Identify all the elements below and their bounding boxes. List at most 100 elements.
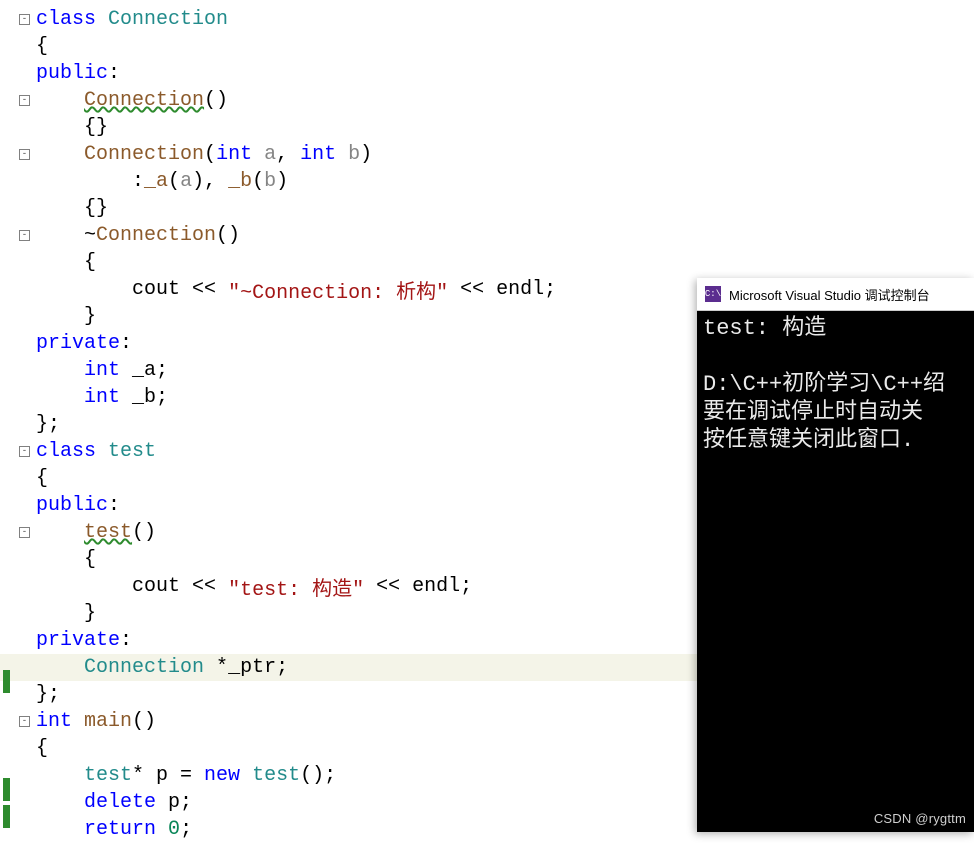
- code-text[interactable]: {}: [34, 116, 108, 139]
- token: int: [84, 386, 120, 409]
- code-text[interactable]: class Connection: [34, 8, 228, 31]
- code-text[interactable]: public:: [34, 62, 120, 85]
- token: {: [36, 737, 48, 760]
- code-text[interactable]: class test: [34, 440, 156, 463]
- token: ~: [36, 224, 96, 247]
- code-text[interactable]: {}: [34, 197, 108, 220]
- token: cout: [36, 278, 192, 301]
- code-text[interactable]: return 0;: [34, 818, 192, 841]
- code-text[interactable]: {: [34, 251, 96, 274]
- token: test: [84, 764, 132, 787]
- token: Connection: [96, 224, 216, 247]
- token: {}: [36, 197, 108, 220]
- token: };: [36, 683, 60, 706]
- watermark: CSDN @rygttm: [874, 811, 966, 826]
- code-text[interactable]: private:: [34, 332, 132, 355]
- token: int: [36, 710, 72, 733]
- token: [36, 89, 84, 112]
- console-output[interactable]: test: 构造 D:\C++初阶学习\C++绍 要在调试停止时自动关 按任意键…: [697, 311, 974, 459]
- code-text[interactable]: {: [34, 35, 48, 58]
- token: [36, 521, 84, 544]
- code-text[interactable]: test(): [34, 521, 156, 544]
- code-text[interactable]: {: [34, 467, 48, 490]
- token: [216, 575, 228, 598]
- code-line[interactable]: {: [0, 249, 974, 276]
- token: Connection: [84, 89, 204, 112]
- code-line[interactable]: {}: [0, 114, 974, 141]
- token: [36, 386, 84, 409]
- gutter: -: [0, 527, 34, 538]
- code-line[interactable]: - Connection(int a, int b): [0, 141, 974, 168]
- token: public: [36, 494, 108, 517]
- token: [240, 764, 252, 787]
- token: "~Connection: 析构": [228, 275, 448, 305]
- token: <<: [192, 575, 216, 598]
- gutter: -: [0, 14, 34, 25]
- token: _b;: [120, 386, 168, 409]
- fold-toggle-icon[interactable]: -: [19, 716, 30, 727]
- token: ;: [180, 818, 192, 841]
- code-text[interactable]: {: [34, 737, 48, 760]
- token: ): [360, 143, 372, 166]
- code-text[interactable]: public:: [34, 494, 120, 517]
- fold-toggle-icon[interactable]: -: [19, 95, 30, 106]
- code-text[interactable]: {: [34, 548, 96, 571]
- token: {: [36, 548, 96, 571]
- token: <<: [376, 575, 400, 598]
- code-text[interactable]: }: [34, 602, 96, 625]
- fold-toggle-icon[interactable]: -: [19, 14, 30, 25]
- token: class: [36, 440, 108, 463]
- token: endl;: [400, 575, 472, 598]
- token: new: [204, 764, 240, 787]
- token: [36, 359, 84, 382]
- console-titlebar[interactable]: C:\ Microsoft Visual Studio 调试控制台: [697, 278, 974, 311]
- token: test: [108, 440, 156, 463]
- code-text[interactable]: int _b;: [34, 386, 168, 409]
- code-text[interactable]: Connection(int a, int b): [34, 143, 372, 166]
- code-line[interactable]: -class Connection: [0, 6, 974, 33]
- fold-toggle-icon[interactable]: -: [19, 230, 30, 241]
- code-text[interactable]: };: [34, 683, 60, 706]
- code-line[interactable]: public:: [0, 60, 974, 87]
- code-text[interactable]: :_a(a), _b(b): [34, 170, 288, 193]
- code-text[interactable]: cout << "test: 构造" << endl;: [34, 572, 472, 602]
- code-text[interactable]: int _a;: [34, 359, 168, 382]
- fold-toggle-icon[interactable]: -: [19, 446, 30, 457]
- token: a: [252, 143, 276, 166]
- code-text[interactable]: Connection *_ptr;: [34, 656, 288, 679]
- code-line[interactable]: {}: [0, 195, 974, 222]
- code-line[interactable]: :_a(a), _b(b): [0, 168, 974, 195]
- token: private: [36, 629, 120, 652]
- fold-toggle-icon[interactable]: -: [19, 527, 30, 538]
- code-line[interactable]: - Connection(): [0, 87, 974, 114]
- code-text[interactable]: };: [34, 413, 60, 436]
- token: <<: [460, 278, 484, 301]
- token: b: [336, 143, 360, 166]
- code-text[interactable]: cout << "~Connection: 析构" << endl;: [34, 275, 556, 305]
- token: (): [204, 89, 228, 112]
- code-text[interactable]: int main(): [34, 710, 156, 733]
- token: (: [168, 170, 180, 193]
- code-line[interactable]: {: [0, 33, 974, 60]
- code-text[interactable]: ~Connection(): [34, 224, 240, 247]
- token: :: [120, 629, 132, 652]
- token: [36, 791, 84, 814]
- token: test: [84, 521, 132, 544]
- gutter: -: [0, 716, 34, 727]
- token: _a: [144, 170, 168, 193]
- token: endl;: [484, 278, 556, 301]
- code-text[interactable]: private:: [34, 629, 132, 652]
- token: main: [84, 710, 132, 733]
- token: (): [132, 710, 156, 733]
- code-text[interactable]: delete p;: [34, 791, 192, 814]
- token: public: [36, 62, 108, 85]
- code-line[interactable]: - ~Connection(): [0, 222, 974, 249]
- code-text[interactable]: Connection(): [34, 89, 228, 112]
- code-text[interactable]: test* p = new test();: [34, 764, 336, 787]
- token: test: [252, 764, 300, 787]
- code-text[interactable]: }: [34, 305, 96, 328]
- fold-toggle-icon[interactable]: -: [19, 149, 30, 160]
- token: _ptr: [228, 656, 276, 679]
- debug-console-window: C:\ Microsoft Visual Studio 调试控制台 test: …: [697, 278, 974, 832]
- token: [36, 764, 84, 787]
